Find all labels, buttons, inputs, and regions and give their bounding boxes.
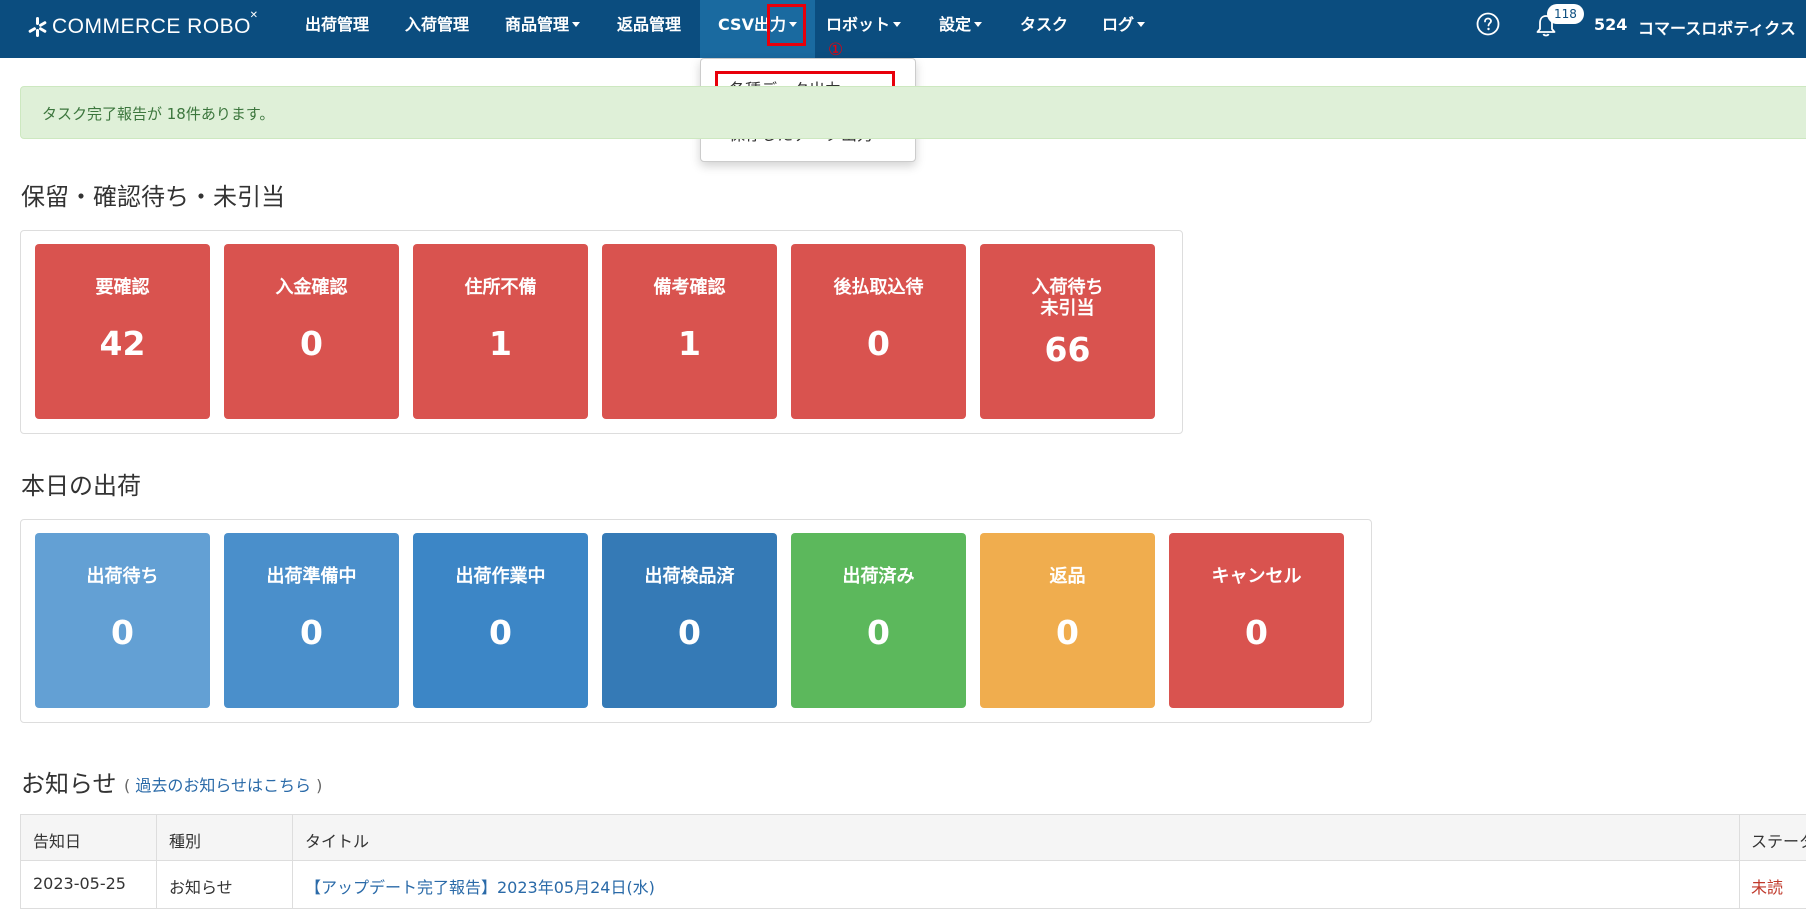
tile-value: 42 xyxy=(99,324,146,363)
tile-returns[interactable]: 返品 0 xyxy=(980,533,1155,708)
user-name[interactable]: コマースロボティクス xyxy=(1638,15,1796,39)
tile-awaiting-shipment[interactable]: 出荷待ち 0 xyxy=(35,533,210,708)
pending-panel: 要確認 42 入金確認 0 住所不備 1 備考確認 1 後払取込待 0 入荷待ち… xyxy=(20,230,1183,434)
annotation-box-step1 xyxy=(767,4,806,46)
chevron-down-icon xyxy=(974,22,983,27)
tile-label: キャンセル xyxy=(1211,566,1302,587)
column-header-type[interactable]: 種別 xyxy=(169,828,201,852)
paren-close: ) xyxy=(316,776,323,795)
row-title-link[interactable]: 【アップデート完了報告】2023年05月24日(水) xyxy=(305,874,655,898)
column-header-date[interactable]: 告知日 xyxy=(33,828,81,852)
tile-label: 住所不備 xyxy=(464,277,537,298)
user-id: 524 xyxy=(1594,15,1628,34)
tile-value: 0 xyxy=(867,324,890,363)
row-type: お知らせ xyxy=(169,878,233,897)
logo-mark-icon xyxy=(26,16,48,38)
tile-value: 1 xyxy=(678,324,701,363)
task-complete-alert: タスク完了報告が 18件あります。 xyxy=(20,86,1806,139)
tile-value: 1 xyxy=(489,324,512,363)
tile-label-line2: 未引当 xyxy=(1040,298,1095,319)
annotation-step1-label: ① xyxy=(828,40,844,60)
tile-value: 0 xyxy=(300,324,323,363)
tile-deferred-payment-import[interactable]: 後払取込待 0 xyxy=(791,244,966,419)
nav-shipping[interactable]: 出荷管理 xyxy=(305,0,369,50)
column-divider xyxy=(292,815,293,909)
tile-payment-confirmation[interactable]: 入金確認 0 xyxy=(224,244,399,419)
tile-value: 0 xyxy=(1245,613,1268,652)
tile-label: 入荷待ち 未引当 xyxy=(980,277,1155,319)
pending-section-title: 保留・確認待ち・未引当 xyxy=(21,183,285,211)
tile-value: 0 xyxy=(111,613,134,652)
tile-value: 0 xyxy=(678,613,701,652)
chevron-down-icon xyxy=(572,22,581,27)
nav-tasks[interactable]: タスク xyxy=(1020,0,1068,50)
paren-open: ( xyxy=(124,776,131,795)
tile-preparing-shipment[interactable]: 出荷準備中 0 xyxy=(224,533,399,708)
tile-shipment-inspected[interactable]: 出荷検品済 0 xyxy=(602,533,777,708)
tile-label: 出荷準備中 xyxy=(266,566,357,587)
logo-star-icon: ✕ xyxy=(249,10,259,21)
tile-label: 後払取込待 xyxy=(833,277,924,298)
tile-label: 出荷作業中 xyxy=(455,566,546,587)
nav-returns[interactable]: 返品管理 xyxy=(617,0,681,50)
column-divider xyxy=(1739,815,1740,909)
tile-shipped[interactable]: 出荷済み 0 xyxy=(791,533,966,708)
notices-title: お知らせ xyxy=(21,770,117,798)
tile-label: 出荷済み xyxy=(842,566,915,587)
tile-needs-confirmation[interactable]: 要確認 42 xyxy=(35,244,210,419)
tile-value: 0 xyxy=(867,613,890,652)
past-notices-link-wrap: ( 過去のお知らせはこちら ) xyxy=(124,772,322,796)
shipping-section-title: 本日の出荷 xyxy=(21,472,141,500)
top-navbar: COMMERCE ROBO ✕ 出荷管理 入荷管理 商品管理 返品管理 CSV出… xyxy=(0,0,1806,58)
tile-label: 出荷待ち xyxy=(86,566,159,587)
tile-value: 0 xyxy=(489,613,512,652)
tile-value: 66 xyxy=(1044,330,1091,369)
nav-logs[interactable]: ログ xyxy=(1102,0,1146,50)
tile-label-line1: 入荷待ち xyxy=(1031,277,1104,298)
past-notices-link[interactable]: 過去のお知らせはこちら xyxy=(135,776,311,795)
help-icon[interactable] xyxy=(1476,12,1500,36)
logo-text: COMMERCE ROBO xyxy=(52,15,252,38)
tile-label: 入金確認 xyxy=(275,277,348,298)
tile-value: 0 xyxy=(300,613,323,652)
alert-text: タスク完了報告が 18件あります。 xyxy=(42,105,275,123)
notices-table: 告知日 種別 タイトル ステータ 2023-05-25 お知らせ 【アップデート… xyxy=(20,814,1806,909)
tile-remarks-check[interactable]: 備考確認 1 xyxy=(602,244,777,419)
tile-label: 要確認 xyxy=(95,277,150,298)
nav-products[interactable]: 商品管理 xyxy=(505,0,581,50)
row-status-unread: 未読 xyxy=(1751,878,1784,897)
nav-settings[interactable]: 設定 xyxy=(939,0,983,50)
nav-receiving[interactable]: 入荷管理 xyxy=(405,0,469,50)
table-header xyxy=(21,815,1806,861)
tile-value: 0 xyxy=(1056,613,1079,652)
tile-address-incomplete[interactable]: 住所不備 1 xyxy=(413,244,588,419)
tile-label: 出荷検品済 xyxy=(644,566,735,587)
tile-shipping-in-progress[interactable]: 出荷作業中 0 xyxy=(413,533,588,708)
column-header-status[interactable]: ステータ xyxy=(1751,828,1806,852)
column-header-title[interactable]: タイトル xyxy=(305,828,369,852)
shipping-panel: 出荷待ち 0 出荷準備中 0 出荷作業中 0 出荷検品済 0 出荷済み 0 返品… xyxy=(20,519,1372,723)
tile-label: 備考確認 xyxy=(653,277,726,298)
tile-label: 返品 xyxy=(1049,566,1086,587)
brand-logo[interactable]: COMMERCE ROBO ✕ xyxy=(26,10,258,42)
row-date: 2023-05-25 xyxy=(33,874,126,893)
notification-badge[interactable]: 118 xyxy=(1547,4,1584,24)
tile-awaiting-receipt-unallocated[interactable]: 入荷待ち 未引当 66 xyxy=(980,244,1155,419)
column-divider xyxy=(156,815,157,909)
tile-cancelled[interactable]: キャンセル 0 xyxy=(1169,533,1344,708)
chevron-down-icon xyxy=(1137,22,1146,27)
chevron-down-icon xyxy=(893,22,902,27)
